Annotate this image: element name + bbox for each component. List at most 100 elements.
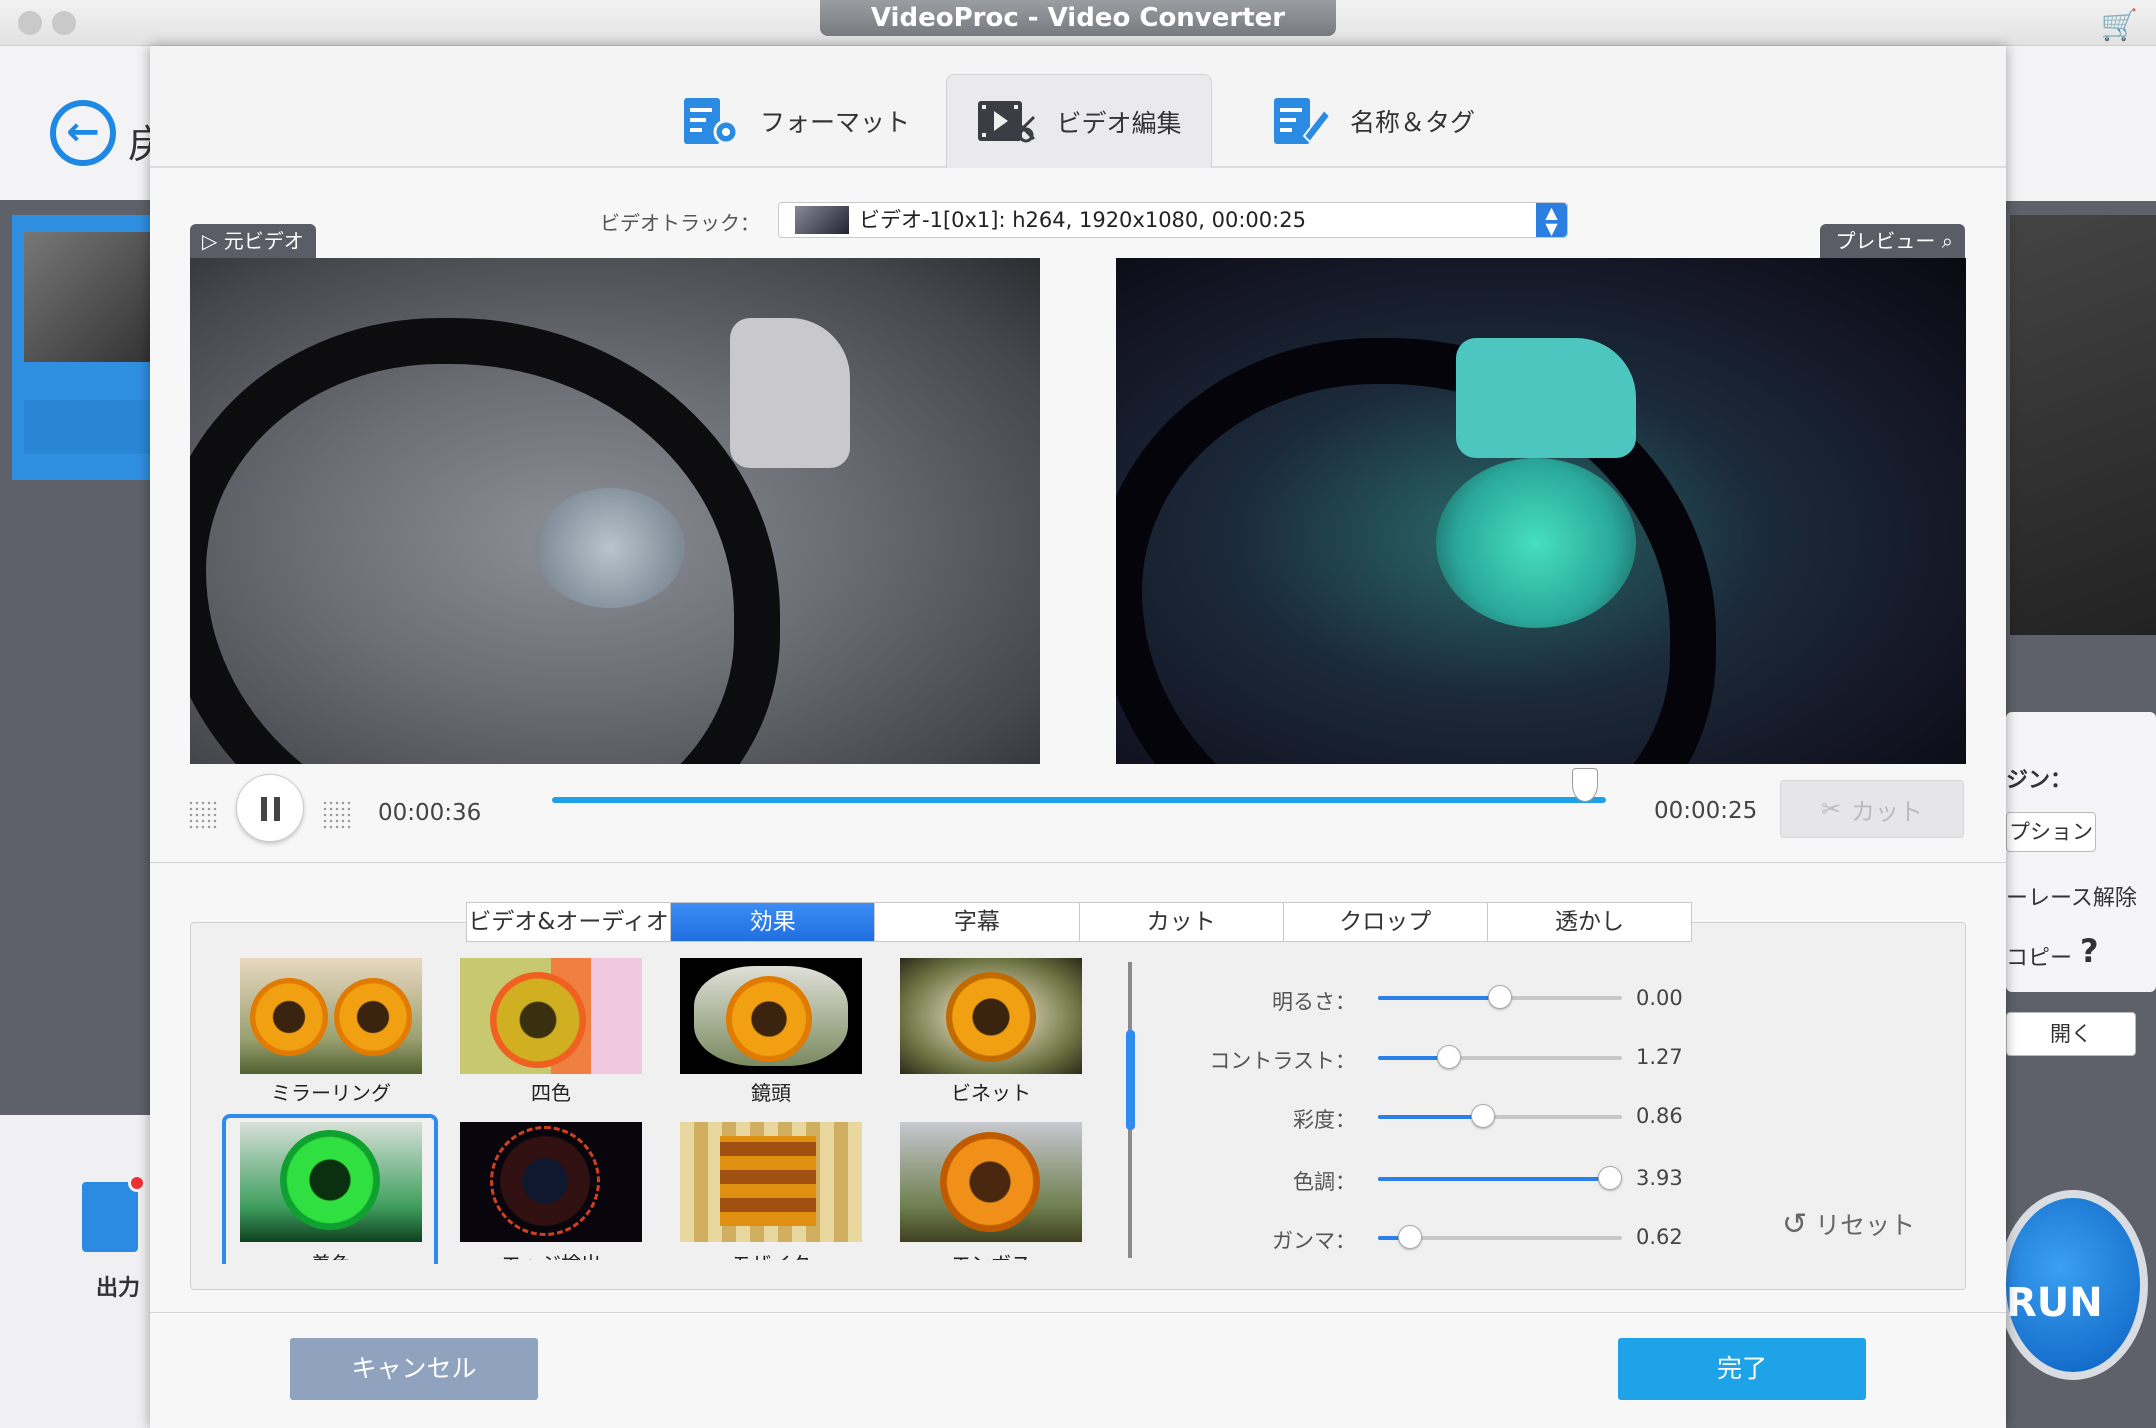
tab-name-tag[interactable]: 名称＆タグ	[1270, 74, 1510, 168]
mosaic-flower	[720, 1136, 816, 1226]
window-close-button[interactable]	[18, 11, 42, 35]
brightness-slider[interactable]	[1378, 985, 1622, 1009]
slider-fill	[1378, 1177, 1610, 1181]
back-arrow-icon[interactable]: ←	[50, 100, 116, 166]
saturation-label: 彩度：	[1293, 1108, 1356, 1132]
divider	[150, 862, 2006, 863]
pause-button[interactable]	[236, 774, 304, 842]
hue-label: 色調：	[1293, 1170, 1356, 1194]
effect-label-four-color: 四色	[531, 1081, 571, 1105]
current-time: 00:00:36	[378, 800, 482, 826]
slider-knob[interactable]	[1471, 1104, 1495, 1128]
engine-label: ジン：	[2006, 768, 2073, 793]
hue-slider[interactable]	[1378, 1166, 1622, 1190]
slider-fill	[1378, 1115, 1483, 1119]
done-button[interactable]: 完了	[1618, 1338, 1866, 1400]
option-button[interactable]: プション	[2006, 812, 2096, 852]
grip-handle-icon[interactable]	[322, 800, 352, 830]
slider-knob[interactable]	[1398, 1225, 1422, 1249]
slider-knob[interactable]	[1437, 1045, 1461, 1069]
sunflower	[490, 1126, 600, 1236]
effect-thumb-mosaic[interactable]	[680, 1122, 862, 1242]
subtab-crop[interactable]: クロップ	[1284, 903, 1488, 941]
cancel-button[interactable]: キャンセル	[290, 1338, 538, 1400]
name-tag-icon	[1270, 96, 1332, 146]
source-video-label: ▷ 元ビデオ	[190, 224, 316, 258]
cart-icon[interactable]: 🛒	[2101, 8, 2138, 43]
sunflower	[250, 978, 328, 1056]
video-list-bar	[24, 400, 150, 454]
contrast-value: 1.27	[1636, 1045, 1683, 1069]
source-video-frame	[190, 258, 1040, 764]
gamma-label: ガンマ：	[1272, 1229, 1356, 1253]
glasses-hinge	[730, 318, 850, 468]
window-title: VideoProc - Video Converter	[820, 0, 1336, 36]
copy-checkbox[interactable]: コピー	[2006, 940, 2072, 972]
video-track-thumbnail	[795, 206, 849, 234]
main-right-preview	[2010, 215, 2156, 635]
effect-thumb-lens[interactable]	[680, 958, 862, 1074]
brightness-value: 0.00	[1636, 986, 1683, 1010]
eye	[1436, 458, 1636, 628]
end-time: 00:00:25	[1654, 798, 1758, 824]
sunflower	[726, 976, 812, 1062]
effect-thumb-edge[interactable]	[460, 1122, 642, 1242]
video-track-select[interactable]: ビデオ-1[0x1]: h264, 1920x1080, 00:00:25	[778, 202, 1568, 238]
effect-label-vignette: ビネット	[951, 1081, 1031, 1105]
glasses-hinge	[1456, 338, 1636, 458]
preview-label-text: プレビュー	[1835, 229, 1936, 253]
preview-label[interactable]: プレビュー ⌕	[1820, 224, 1965, 258]
edit-subtabs: ビデオ&オーディオ 効果 字幕 カット クロップ 透かし	[466, 902, 1692, 942]
effect-label-lens: 鏡頭	[751, 1081, 791, 1105]
sunflower	[940, 1132, 1040, 1232]
subtab-cut[interactable]: カット	[1080, 903, 1284, 941]
format-icon	[680, 96, 742, 146]
cut-button[interactable]: ✂ カット	[1780, 780, 1964, 838]
help-icon[interactable]: ?	[2080, 932, 2099, 970]
effect-label-emboss: エンボス	[900, 1248, 1082, 1260]
sunflower	[334, 978, 412, 1056]
brightness-label: 明るさ：	[1272, 990, 1356, 1014]
saturation-slider[interactable]	[1378, 1104, 1622, 1128]
eye	[535, 488, 685, 608]
tab-name-tag-label: 名称＆タグ	[1350, 108, 1476, 137]
effect-thumb-four-color[interactable]	[460, 958, 642, 1074]
subtab-watermark[interactable]: 透かし	[1488, 903, 1691, 941]
output-icon[interactable]	[82, 1174, 146, 1252]
grip-handle-icon[interactable]	[188, 800, 218, 830]
slider-knob[interactable]	[1598, 1166, 1622, 1190]
reset-label: リセット	[1815, 1211, 1916, 1240]
effect-thumb-vignette[interactable]	[900, 958, 1082, 1074]
notification-dot	[128, 1174, 146, 1192]
deinterlace-checkbox[interactable]: ーレース解除	[2006, 880, 2137, 912]
window-minimize-button[interactable]	[52, 11, 76, 35]
cut-label: カット	[1851, 797, 1924, 826]
tab-video-edit[interactable]: ビデオ編集	[946, 74, 1212, 168]
effect-label-tint: 着色	[240, 1248, 422, 1260]
gamma-slider[interactable]	[1378, 1225, 1622, 1249]
preview-video-frame	[1116, 258, 1966, 764]
subtab-subtitles[interactable]: 字幕	[875, 903, 1080, 941]
saturation-value: 0.86	[1636, 1104, 1683, 1128]
tab-format[interactable]: フォーマット	[680, 74, 940, 168]
gamma-value: 0.62	[1636, 1225, 1683, 1249]
subtab-effects[interactable]: 効果	[671, 903, 876, 941]
effect-thumb-mirror[interactable]	[240, 958, 422, 1074]
subtab-video-audio[interactable]: ビデオ&オーディオ	[467, 903, 672, 941]
sunflower	[280, 1130, 380, 1230]
slider-fill	[1378, 996, 1500, 1000]
timeline-handle[interactable]	[1572, 768, 1598, 802]
effect-thumb-tint[interactable]	[240, 1122, 422, 1242]
slider-knob[interactable]	[1488, 985, 1512, 1009]
effects-scrollbar-thumb[interactable]	[1126, 1030, 1135, 1130]
timeline-track[interactable]	[552, 797, 1606, 803]
reset-history-icon: ↺	[1782, 1206, 1808, 1242]
sunflower	[490, 972, 586, 1068]
contrast-slider[interactable]	[1378, 1045, 1622, 1069]
reset-button[interactable]: ↺ リセット	[1782, 1206, 1915, 1242]
sunflower	[946, 972, 1036, 1062]
select-arrows-icon[interactable]: ▲ ▼	[1536, 203, 1567, 237]
effect-thumb-emboss[interactable]	[900, 1122, 1082, 1242]
open-button[interactable]: 開く	[2006, 1012, 2136, 1056]
effect-label-mosaic: モザイク	[680, 1248, 862, 1260]
